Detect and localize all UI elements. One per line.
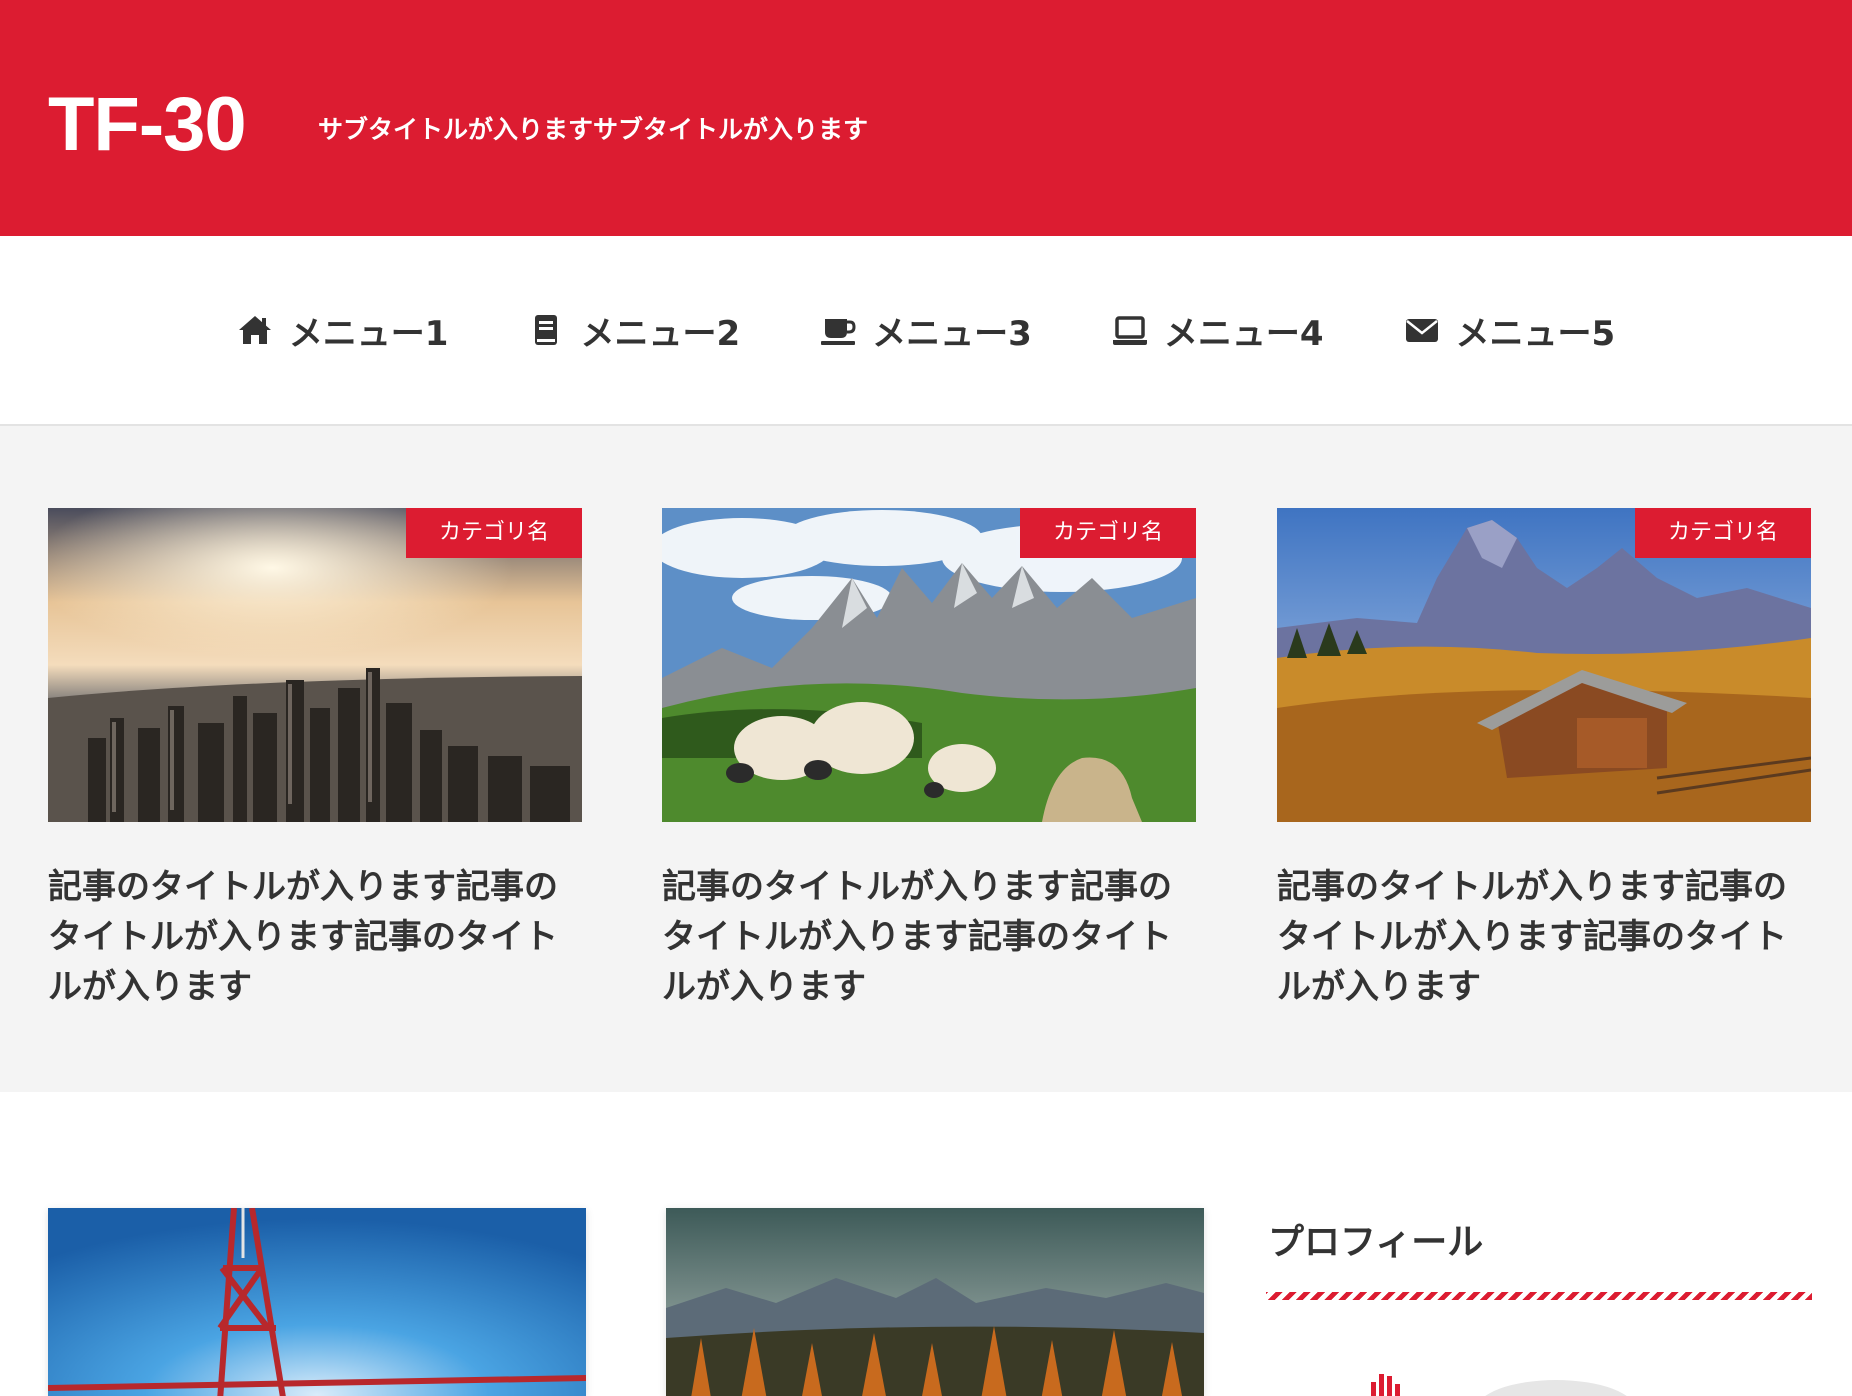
post-title[interactable]: 記事のタイトルが入ります記事のタイトルが入ります記事のタイトルが入ります xyxy=(662,862,1182,1012)
nav-item-menu5[interactable]: メニュー5 xyxy=(1404,306,1616,355)
post-thumbnail[interactable]: カテゴリ名 xyxy=(48,508,582,822)
post-image-autumn-forest xyxy=(666,1208,1204,1396)
profile-avatar xyxy=(1371,1374,1627,1396)
nav-item-menu2[interactable]: メニュー2 xyxy=(528,306,740,355)
coffee-icon xyxy=(821,319,856,345)
post-image-tokyo-tower xyxy=(48,1208,586,1396)
post-title[interactable]: 記事のタイトルが入ります記事のタイトルが入ります記事のタイトルが入ります xyxy=(1277,862,1797,1012)
featured-posts: カテゴリ名 記事のタイトルが入ります記事のタイトルが入ります記事のタイトルが入り… xyxy=(0,426,1852,1092)
nav-item-label: メニュー1 xyxy=(288,313,449,354)
post-card[interactable] xyxy=(48,1208,586,1396)
widget-title-stripe xyxy=(1266,1292,1812,1300)
laptop-icon xyxy=(1112,316,1147,345)
post-card[interactable] xyxy=(666,1208,1204,1396)
post-thumbnail[interactable]: カテゴリ名 xyxy=(662,508,1196,822)
home-icon xyxy=(238,316,271,344)
featured-post-card[interactable]: カテゴリ名 記事のタイトルが入ります記事のタイトルが入ります記事のタイトルが入り… xyxy=(662,508,1196,1012)
site-title[interactable]: TF-30 xyxy=(48,80,247,170)
featured-post-card[interactable]: カテゴリ名 記事のタイトルが入ります記事のタイトルが入ります記事のタイトルが入り… xyxy=(1277,508,1811,1012)
widget-title-profile: プロフィール xyxy=(1268,1222,1484,1263)
post-title[interactable]: 記事のタイトルが入ります記事のタイトルが入ります記事のタイトルが入ります xyxy=(48,862,568,1012)
nav-item-menu1[interactable]: メニュー1 xyxy=(237,306,449,355)
nav-item-menu4[interactable]: メニュー4 xyxy=(1112,306,1324,355)
category-label[interactable]: カテゴリ名 xyxy=(1020,508,1196,558)
nav-item-label: メニュー5 xyxy=(1455,313,1616,354)
envelope-icon xyxy=(1405,319,1438,342)
site-header: TF-30 サブタイトルが入りますサブタイトルが入ります xyxy=(0,0,1852,236)
category-label[interactable]: カテゴリ名 xyxy=(406,508,582,558)
nav-item-label: メニュー3 xyxy=(872,313,1032,354)
book-icon xyxy=(535,315,558,345)
nav-item-menu3[interactable]: メニュー3 xyxy=(820,306,1032,355)
nav-item-label: メニュー2 xyxy=(580,313,741,354)
site-subtitle: サブタイトルが入りますサブタイトルが入ります xyxy=(318,115,869,144)
nav-item-label: メニュー4 xyxy=(1163,313,1324,354)
global-nav: メニュー1 メニュー2 メニュー3 メニュー4 メニュー5 xyxy=(0,236,1852,426)
nav-list: メニュー1 メニュー2 メニュー3 メニュー4 メニュー5 xyxy=(0,236,1852,424)
category-label[interactable]: カテゴリ名 xyxy=(1635,508,1811,558)
featured-post-card[interactable]: カテゴリ名 記事のタイトルが入ります記事のタイトルが入ります記事のタイトルが入り… xyxy=(48,508,582,1012)
sidebar: プロフィール xyxy=(1266,1208,1812,1396)
post-thumbnail[interactable]: カテゴリ名 xyxy=(1277,508,1811,822)
